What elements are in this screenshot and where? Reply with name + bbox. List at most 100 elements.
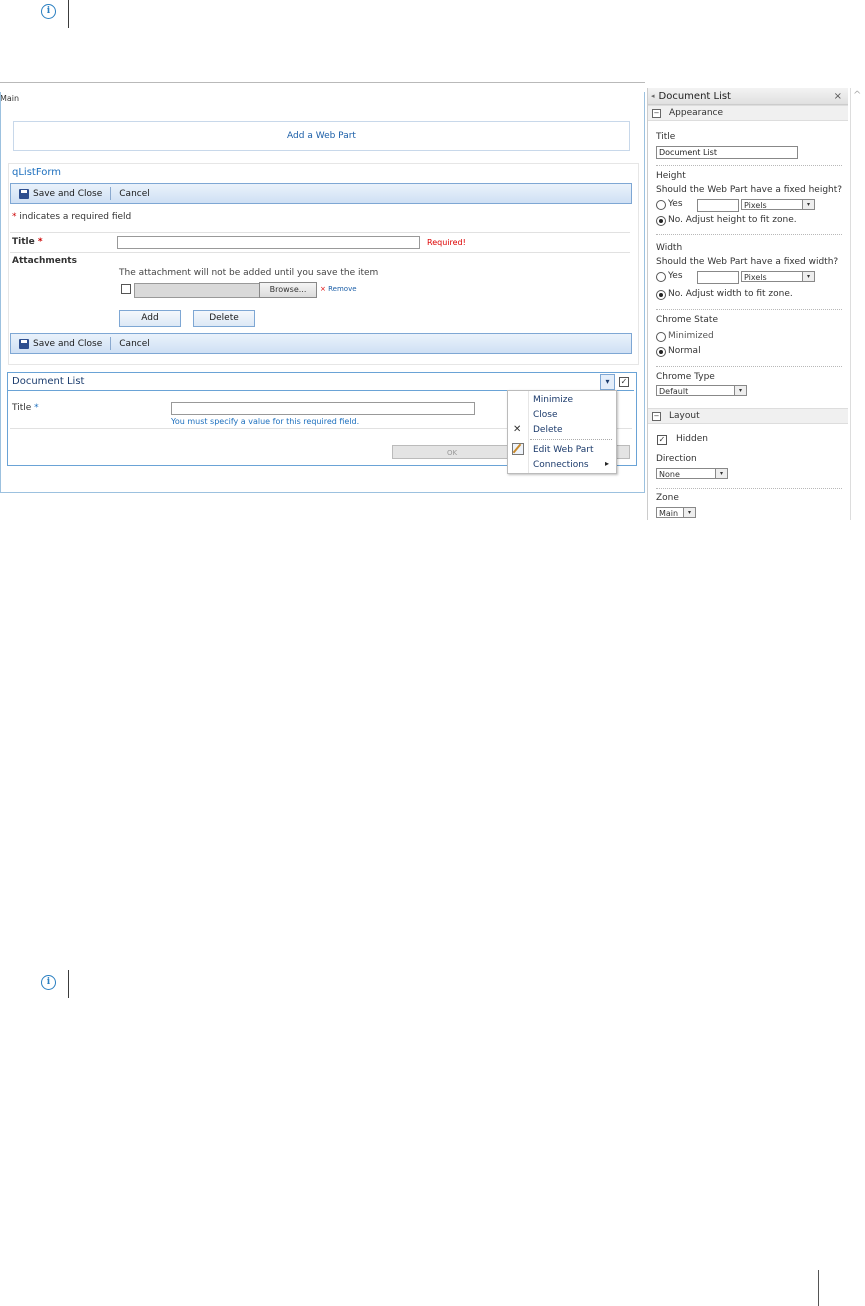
width-label: Width: [656, 243, 683, 253]
menu-item-connections[interactable]: Connections: [533, 460, 589, 470]
remove-icon: ×: [320, 285, 326, 293]
title-label-text: Title: [12, 237, 35, 247]
height-units-select[interactable]: Pixels ▾: [741, 199, 815, 210]
doc-title-error: You must specify a value for this requir…: [171, 417, 360, 426]
remove-label: Remove: [328, 285, 357, 293]
chevron-down-icon: ▾: [683, 508, 695, 517]
width-yes-label: Yes: [668, 271, 683, 281]
height-no-label: No. Adjust height to fit zone.: [668, 215, 797, 225]
chrome-type-value: Default: [659, 387, 689, 396]
collapse-icon: −: [652, 411, 661, 421]
height-value-input[interactable]: [697, 199, 739, 212]
delete-button[interactable]: Delete: [193, 310, 255, 327]
width-no-radio[interactable]: [656, 290, 666, 300]
width-value-input[interactable]: [697, 271, 739, 284]
hidden-label: Hidden: [676, 434, 708, 444]
minimized-label: Minimized: [668, 331, 714, 341]
tool-pane-header: ◂ Document List ×: [648, 88, 848, 105]
height-no-radio[interactable]: [656, 216, 666, 226]
cancel-label: Cancel: [119, 188, 150, 199]
direction-select[interactable]: None ▾: [656, 468, 728, 479]
scrollbar-track[interactable]: [850, 88, 851, 520]
doc-title-star: *: [34, 403, 39, 413]
height-yes-radio[interactable]: [656, 200, 666, 210]
web-part-select-checkbox[interactable]: ✓: [619, 377, 629, 387]
normal-radio[interactable]: [656, 347, 666, 357]
width-no-label: No. Adjust width to fit zone.: [668, 289, 793, 299]
required-note: * indicates a required field: [12, 212, 131, 222]
width-units-select[interactable]: Pixels ▾: [741, 271, 815, 282]
browse-button[interactable]: Browse...: [259, 282, 317, 298]
cancel-button[interactable]: Cancel: [111, 334, 158, 353]
tool-pane-title: Document List: [658, 90, 731, 102]
collapse-icon: −: [652, 108, 661, 118]
layout-section-header[interactable]: − Layout: [648, 408, 848, 424]
save-close-label: Save and Close: [33, 188, 103, 199]
doc-title-input[interactable]: [171, 402, 475, 415]
form-toolbar-top: Save and Close Cancel: [10, 183, 632, 204]
menu-item-delete[interactable]: Delete: [533, 425, 563, 435]
menu-item-edit-web-part[interactable]: Edit Web Part: [533, 445, 594, 455]
save-close-label: Save and Close: [33, 338, 103, 349]
form-toolbar-bottom: Save and Close Cancel: [10, 333, 632, 354]
minimized-radio[interactable]: [656, 332, 666, 342]
tp-title-input[interactable]: Document List: [656, 146, 798, 159]
save-close-button[interactable]: Save and Close: [11, 184, 110, 203]
required-note-text: indicates a required field: [19, 212, 132, 222]
height-units-value: Pixels: [744, 201, 767, 210]
chevron-down-icon: ▾: [715, 469, 727, 478]
height-yes-label: Yes: [668, 199, 683, 209]
remove-link[interactable]: × Remove: [320, 285, 357, 293]
delete-icon: ✕: [513, 424, 522, 435]
width-units-value: Pixels: [744, 273, 767, 282]
direction-label: Direction: [656, 454, 697, 464]
attachment-checkbox[interactable]: [121, 284, 131, 294]
normal-label: Normal: [668, 346, 701, 356]
chevron-down-icon: ▾: [802, 272, 814, 281]
doc-title-label-text: Title: [12, 403, 32, 413]
chrome-state-label: Chrome State: [656, 315, 718, 325]
list-form-title: qListForm: [12, 167, 62, 178]
title-input[interactable]: [117, 236, 420, 249]
doc-title-label: Title *: [12, 403, 39, 413]
zone-select-label: Zone: [656, 493, 679, 503]
add-button[interactable]: Add: [119, 310, 181, 327]
scroll-up-icon[interactable]: ^: [853, 90, 861, 101]
dotted-divider: [656, 488, 842, 489]
info-icon: i: [41, 975, 56, 990]
width-yes-radio[interactable]: [656, 272, 666, 282]
height-label: Height: [656, 171, 686, 181]
attachments-label: Attachments: [12, 256, 77, 266]
menu-item-close[interactable]: Close: [533, 410, 558, 420]
web-part-context-menu: Minimize Close ✕ Delete Edit Web Part Co…: [507, 390, 617, 474]
chevron-down-icon: ▾: [734, 386, 746, 395]
screenshot-top-border: [0, 82, 645, 83]
web-part-menu-dropdown[interactable]: ▾: [600, 374, 615, 390]
attachment-note: The attachment will not be added until y…: [119, 268, 379, 278]
file-path-input[interactable]: [134, 283, 260, 298]
tool-pane: ◂ Document List × − Appearance Title Doc…: [647, 88, 848, 520]
info-divider: [68, 970, 69, 998]
document-list-title: Document List: [12, 376, 85, 387]
hidden-checkbox[interactable]: ✓: [657, 435, 667, 445]
appearance-label: Appearance: [669, 108, 724, 118]
menu-separator: [530, 439, 612, 440]
dotted-divider: [656, 165, 842, 166]
submenu-arrow-icon: ▸: [605, 459, 610, 468]
chrome-type-select[interactable]: Default ▾: [656, 385, 747, 396]
cancel-label: Cancel: [119, 338, 150, 349]
zone-select[interactable]: Main ▾: [656, 507, 696, 518]
menu-item-minimize[interactable]: Minimize: [533, 395, 573, 405]
divider: [10, 252, 630, 253]
title-required-star: *: [37, 237, 43, 247]
layout-label: Layout: [669, 411, 700, 421]
appearance-section-header[interactable]: − Appearance: [648, 105, 848, 121]
save-icon: [19, 338, 29, 349]
back-arrow-icon[interactable]: ◂: [651, 92, 655, 100]
cancel-button[interactable]: Cancel: [111, 184, 158, 203]
add-web-part-button[interactable]: Add a Web Part: [13, 121, 630, 151]
close-icon[interactable]: ×: [834, 91, 842, 102]
tp-title-label: Title: [656, 132, 676, 142]
zone-value: Main: [659, 509, 679, 518]
save-close-button[interactable]: Save and Close: [11, 334, 110, 353]
